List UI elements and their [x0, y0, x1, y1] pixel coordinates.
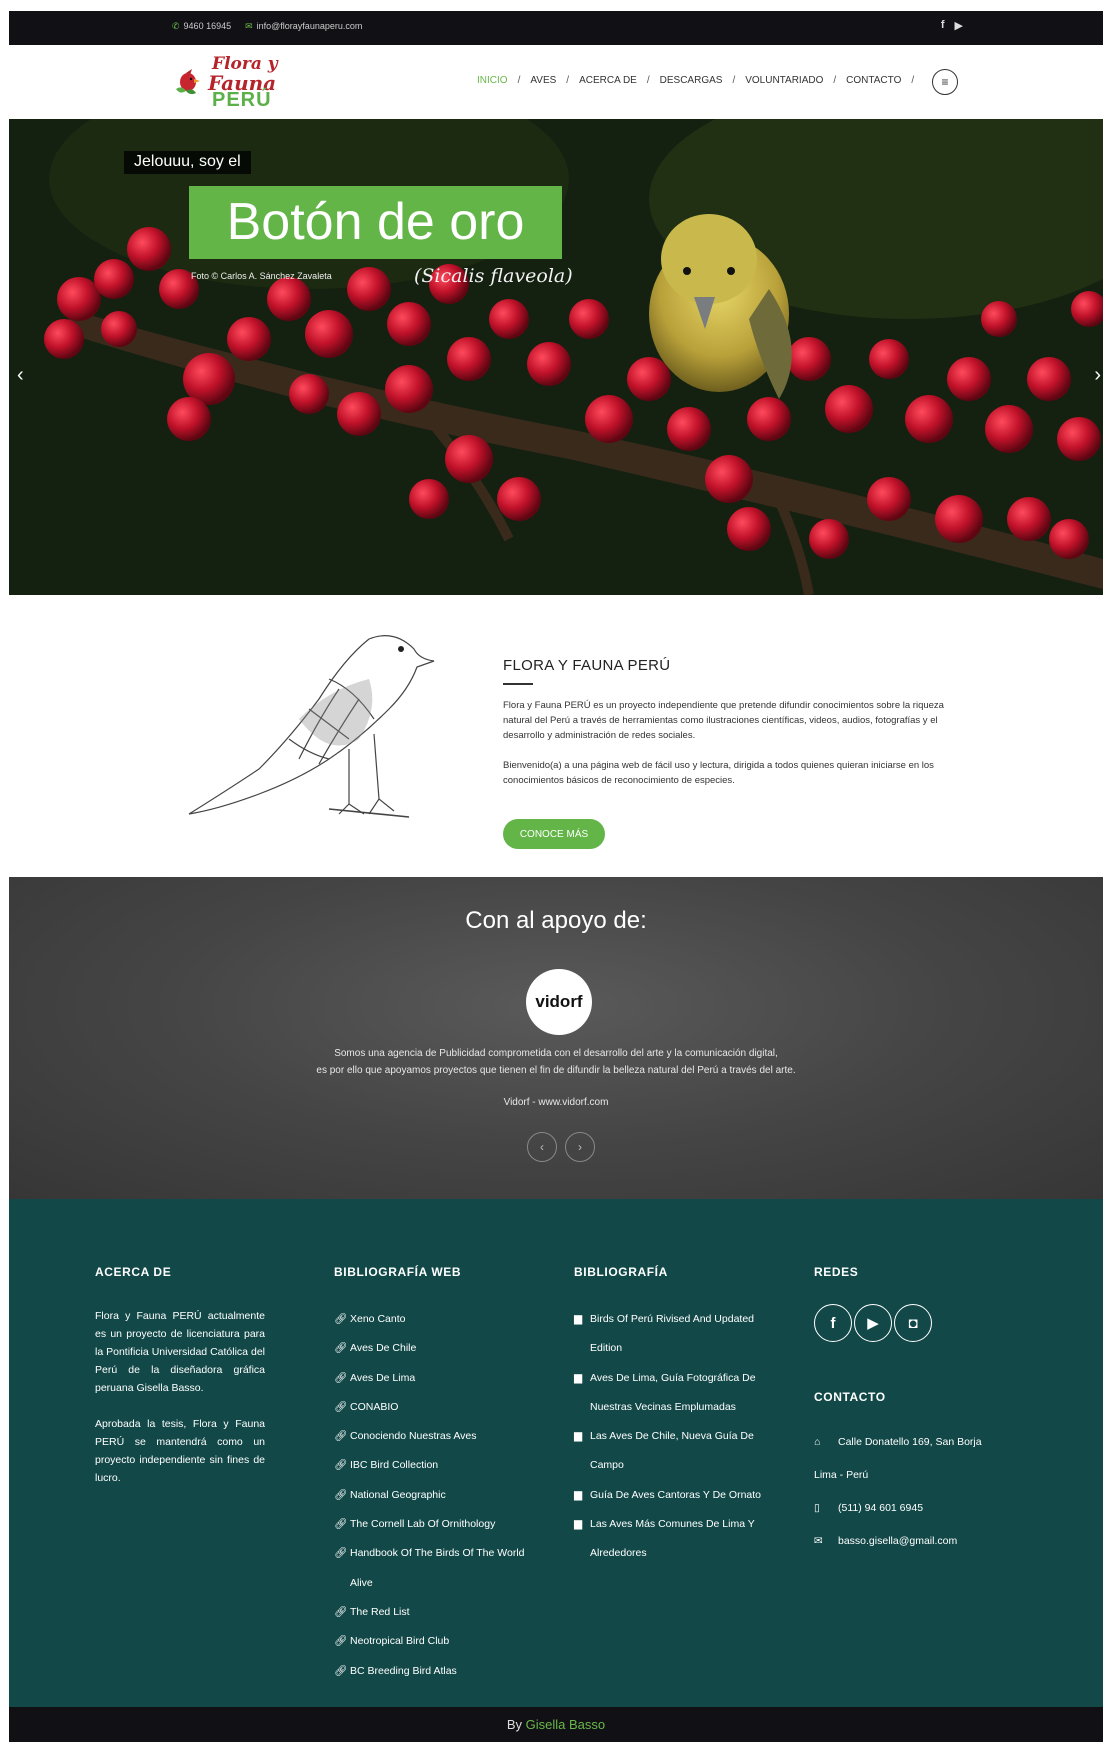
- site-logo[interactable]: Flora y Fauna PERÚ: [164, 53, 284, 113]
- web-link[interactable]: 🔗︎ Conociendo Nuestras Aves: [334, 1422, 544, 1451]
- about-section: FLORA Y FAUNA PERÚ Flora y Fauna PERÚ es…: [9, 595, 1103, 877]
- web-link[interactable]: 🔗︎ Aves De Chile: [334, 1334, 544, 1363]
- top-phone[interactable]: ✆ 9460 16945: [172, 21, 231, 32]
- nav-inicio[interactable]: INICIO: [477, 75, 508, 86]
- link-icon: 🔗︎: [334, 1518, 348, 1531]
- web-link[interactable]: 🔗︎ The Red List: [334, 1598, 544, 1627]
- hero-greeting: Jelouuu, soy el: [124, 151, 251, 174]
- web-links-list: 🔗︎ Xeno Canto 🔗︎ Aves De Chile 🔗︎ Aves De L…: [334, 1305, 544, 1686]
- home-icon: ⌂: [814, 1436, 821, 1448]
- footer-bib-heading: BIBLIOGRAFÍA: [574, 1265, 668, 1279]
- top-bar: ✆ 9460 16945 ✉ info@florayfaunaperu.com f …: [9, 11, 1103, 45]
- top-contact: ✆ 9460 16945 ✉ info@florayfaunaperu.com: [172, 21, 362, 32]
- contact-city: Lima - Perú: [814, 1469, 869, 1481]
- vidorf-logo[interactable]: vidorf: [526, 969, 592, 1035]
- support-description: Somos una agencia de Publicidad comprome…: [316, 1048, 796, 1076]
- web-link[interactable]: 🔗︎ National Geographic: [334, 1481, 544, 1510]
- hero-title: Botón de oro: [189, 186, 562, 259]
- top-social: f ▶: [941, 19, 963, 32]
- about-paragraph-1: Flora y Fauna PERÚ es un proyecto indepe…: [503, 700, 944, 741]
- web-link[interactable]: 🔗︎ BC Breeding Bird Atlas: [334, 1657, 544, 1686]
- contact-phone[interactable]: ▯ (511) 94 601 6945: [814, 1502, 923, 1514]
- link-icon: 🔗︎: [334, 1430, 348, 1443]
- about-paragraph-2: Bienvenido(a) a una página web de fácil …: [503, 760, 934, 786]
- link-icon: 🔗︎: [334, 1635, 348, 1648]
- book-item[interactable]: ▆ Las Aves Más Comunes De Lima Y Alrededo…: [574, 1510, 784, 1569]
- support-heading: Con al apoyo de:: [465, 907, 647, 934]
- heading-rule: [503, 683, 533, 685]
- web-link[interactable]: 🔗︎ Xeno Canto: [334, 1305, 544, 1334]
- hamburger-menu-icon[interactable]: ≡: [932, 69, 958, 95]
- book-icon: ▆: [574, 1488, 583, 1501]
- web-link[interactable]: 🔗︎ The Cornell Lab Of Ornithology: [334, 1510, 544, 1539]
- link-icon: 🔗︎: [334, 1605, 348, 1618]
- mail-icon: ✉: [245, 21, 253, 31]
- nav-acerca-de[interactable]: ACERCA DE: [579, 75, 637, 86]
- top-email[interactable]: ✉ info@florayfaunaperu.com: [245, 21, 362, 32]
- scientific-name: (Sicalis flaveola): [414, 265, 573, 287]
- footer-web-heading: BIBLIOGRAFÍA WEB: [334, 1265, 462, 1279]
- book-icon: ▆: [574, 1371, 583, 1384]
- footer-about-heading: ACERCA DE: [95, 1265, 172, 1279]
- link-icon: 🔗︎: [334, 1664, 348, 1677]
- hero-prev-icon[interactable]: ‹: [17, 364, 24, 387]
- web-link[interactable]: 🔗︎ IBC Bird Collection: [334, 1451, 544, 1480]
- web-link[interactable]: 🔗︎ CONABIO: [334, 1393, 544, 1422]
- bird-sketch-illustration: [188, 635, 435, 818]
- page: ✆ 9460 16945 ✉ info@florayfaunaperu.com f …: [9, 11, 1103, 1742]
- books-list: ▆ Birds Of Perú Rivised And Updated Editi…: [574, 1305, 784, 1569]
- footer-redes-heading: REDES: [814, 1265, 859, 1279]
- web-link[interactable]: 🔗︎ Neotropical Bird Club: [334, 1627, 544, 1656]
- main-nav: INICIO / AVES / ACERCA DE / DESCARGAS / VOLU…: [477, 75, 915, 86]
- youtube-icon[interactable]: ▶: [854, 1304, 892, 1342]
- about-heading: FLORA Y FAUNA PERÚ: [503, 657, 671, 674]
- book-item[interactable]: ▆ Guía De Aves Cantoras Y De Ornato: [574, 1481, 784, 1510]
- about-text: Flora y Fauna PERÚ es un proyecto indepe…: [503, 698, 963, 788]
- support-prev-button[interactable]: ‹: [527, 1132, 557, 1162]
- link-icon: 🔗︎: [334, 1459, 348, 1472]
- link-icon: 🔗︎: [334, 1342, 348, 1355]
- contact-email[interactable]: ✉ basso.gisella@gmail.com: [814, 1535, 957, 1547]
- nav-voluntariado[interactable]: VOLUNTARIADO: [745, 75, 823, 86]
- hero-slider: Jelouuu, soy el Botón de oro Foto © Carl…: [9, 119, 1103, 595]
- footer-contact-heading: CONTACTO: [814, 1390, 886, 1404]
- facebook-icon[interactable]: f: [814, 1304, 852, 1342]
- web-link[interactable]: 🔗︎ Handbook Of The Birds Of The World Ali…: [334, 1539, 544, 1598]
- book-icon: ▆: [574, 1313, 583, 1325]
- link-icon: 🔗︎: [334, 1488, 348, 1501]
- cardinal-logo-icon: [176, 69, 200, 95]
- nav-aves[interactable]: AVES: [530, 75, 556, 86]
- facebook-icon[interactable]: f: [941, 19, 945, 32]
- link-icon: 🔗︎: [334, 1400, 348, 1413]
- footer: ACERCA DE Flora y Fauna PERÚ actualmente…: [9, 1199, 1103, 1707]
- footer-socials: f ▶ ◘: [814, 1304, 932, 1342]
- book-icon: ▆: [574, 1518, 583, 1531]
- author-link[interactable]: Gisella Basso: [526, 1717, 605, 1732]
- support-section: Con al apoyo de: vidorf Somos una agenci…: [9, 877, 1103, 1199]
- mail-icon: ✉: [814, 1535, 823, 1547]
- instagram-icon[interactable]: ◘: [894, 1304, 932, 1342]
- web-link[interactable]: 🔗︎ Aves De Lima: [334, 1364, 544, 1393]
- link-icon: 🔗︎: [334, 1547, 348, 1560]
- bottom-bar: By Gisella Basso: [9, 1707, 1103, 1742]
- nav-contacto[interactable]: CONTACTO: [846, 75, 901, 86]
- contact-address: ⌂ Calle Donatello 169, San Borja: [814, 1436, 982, 1448]
- support-next-button[interactable]: ›: [565, 1132, 595, 1162]
- support-credit[interactable]: Vidorf - www.vidorf.com: [9, 1097, 1103, 1108]
- mobile-icon: ▯: [814, 1502, 820, 1514]
- nav-descargas[interactable]: DESCARGAS: [660, 75, 723, 86]
- hero-next-icon[interactable]: ›: [1094, 364, 1101, 387]
- header: Flora y Fauna PERÚ INICIO / AVES / ACERCA …: [9, 45, 1103, 119]
- youtube-icon[interactable]: ▶: [955, 19, 963, 32]
- footer-about-text: Flora y Fauna PERÚ actualmente es un pro…: [95, 1310, 265, 1484]
- photo-credit: Foto © Carlos A. Sánchez Zavaleta: [191, 271, 332, 281]
- book-item[interactable]: ▆ Las Aves De Chile, Nueva Guía De Campo: [574, 1422, 784, 1481]
- link-icon: 🔗︎: [334, 1313, 348, 1325]
- phone-icon: ✆: [172, 21, 180, 31]
- book-item[interactable]: ▆ Birds Of Perú Rivised And Updated Editi…: [574, 1305, 784, 1364]
- book-item[interactable]: ▆ Aves De Lima, Guía Fotográfica De Nuest…: [574, 1364, 784, 1423]
- link-icon: 🔗︎: [334, 1371, 348, 1384]
- conoce-mas-button[interactable]: CONOCE MÁS: [503, 819, 605, 849]
- book-icon: ▆: [574, 1430, 583, 1443]
